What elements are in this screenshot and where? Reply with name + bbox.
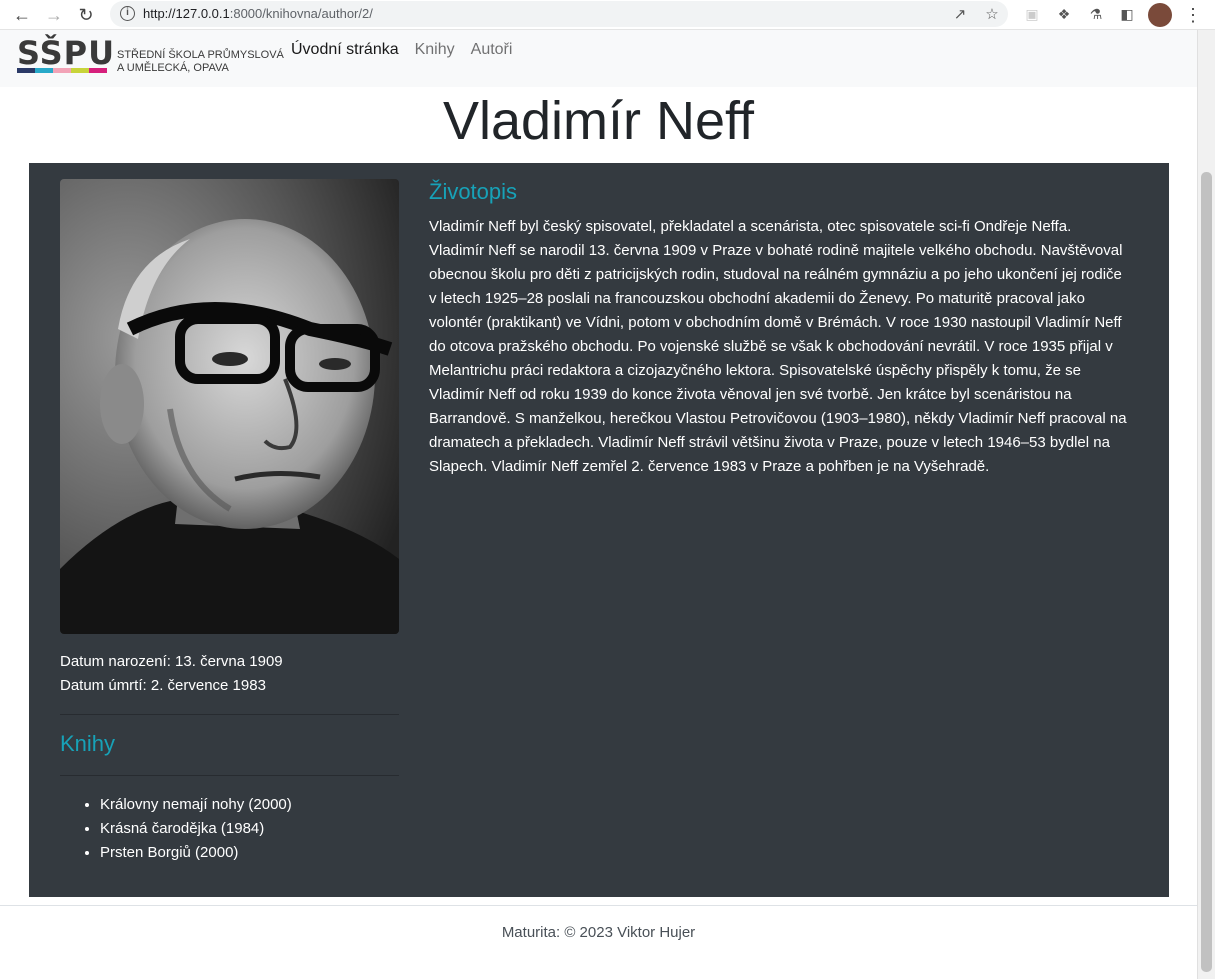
browser-toolbar: ← → ↻ i http://127.0.0.1:8000/knihovna/a… [0, 0, 1215, 30]
logo-text-line1: STŘEDNÍ ŠKOLA PRŮMYSLOVÁ [117, 49, 284, 61]
extension-icon[interactable]: ▣ [1022, 4, 1042, 24]
page-scrollbar[interactable] [1197, 30, 1215, 979]
footer-text: Maturita: © 2023 Viktor Hujer [501, 924, 696, 941]
url-host: http://127.0.0.1 [143, 6, 230, 21]
bookmark-star-icon[interactable]: ☆ [982, 5, 1002, 25]
puzzle-extensions-icon[interactable]: ❖ [1054, 4, 1074, 24]
birth-date: Datum narození: 13. června 1909 [60, 653, 283, 670]
list-item[interactable]: Královny nemají nohy (2000) [100, 793, 292, 817]
book-title[interactable]: Krásná čarodějka (1984) [100, 820, 264, 837]
nav-link-books[interactable]: Knihy [415, 41, 455, 59]
book-title[interactable]: Královny nemají nohy (2000) [100, 796, 292, 813]
share-icon[interactable]: ↗ [950, 5, 970, 25]
url-path: :8000/knihovna/author/2/ [229, 6, 373, 21]
list-item[interactable]: Krásná čarodějka (1984) [100, 817, 292, 841]
main-nav: Úvodní stránka Knihy Autoři [291, 41, 512, 59]
nav-link-home[interactable]: Úvodní stránka [291, 41, 399, 59]
scrollbar-thumb[interactable] [1201, 172, 1212, 972]
logo-stripes [17, 68, 107, 73]
footer-divider [0, 905, 1197, 906]
school-logo[interactable]: SŠPU STŘEDNÍ ŠKOLA PRŮMYSLOVÁ A UMĚLECKÁ… [17, 34, 284, 80]
biography-text: Vladimír Neff byl český spisovatel, přek… [429, 218, 1127, 475]
biography-heading: Životopis [429, 179, 518, 204]
divider [60, 775, 399, 776]
logo-mark: SŠPU [17, 34, 116, 72]
site-info-icon[interactable]: i [120, 6, 135, 21]
logo-text: STŘEDNÍ ŠKOLA PRŮMYSLOVÁ A UMĚLECKÁ, OPA… [117, 49, 284, 75]
forward-arrow-icon[interactable]: → [42, 3, 66, 27]
author-detail-panel: Datum narození: 13. června 1909 Datum úm… [29, 163, 1169, 897]
list-item[interactable]: Prsten Borgiů (2000) [100, 841, 292, 865]
book-title[interactable]: Prsten Borgiů (2000) [100, 844, 238, 861]
divider [60, 714, 399, 715]
author-dates: Datum narození: 13. června 1909 Datum úm… [60, 650, 283, 698]
reload-icon[interactable]: ↻ [74, 3, 98, 27]
address-bar[interactable]: i http://127.0.0.1:8000/knihovna/author/… [110, 1, 1008, 27]
back-arrow-icon[interactable]: ← [10, 3, 34, 27]
death-date: Datum úmrtí: 2. července 1983 [60, 677, 266, 694]
nav-link-authors[interactable]: Autoři [471, 41, 513, 59]
book-list: Královny nemají nohy (2000) Krásná čarod… [100, 793, 292, 865]
site-navbar: SŠPU STŘEDNÍ ŠKOLA PRŮMYSLOVÁ A UMĚLECKÁ… [0, 30, 1197, 87]
author-portrait [60, 179, 399, 634]
logo-text-line2: A UMĚLECKÁ, OPAVA [117, 62, 229, 74]
author-first-name: Vladimír [442, 91, 641, 151]
profile-avatar[interactable] [1148, 3, 1172, 27]
page-title: Vladimír Neff [0, 90, 1197, 152]
books-heading: Knihy [60, 731, 116, 756]
browser-menu-icon[interactable]: ⋮ [1183, 3, 1203, 27]
address-url[interactable]: http://127.0.0.1:8000/knihovna/author/2/ [143, 6, 373, 21]
flask-icon[interactable]: ⚗ [1086, 4, 1106, 24]
side-panel-icon[interactable]: ◧ [1117, 4, 1137, 24]
author-last-name: Neff [656, 91, 755, 151]
